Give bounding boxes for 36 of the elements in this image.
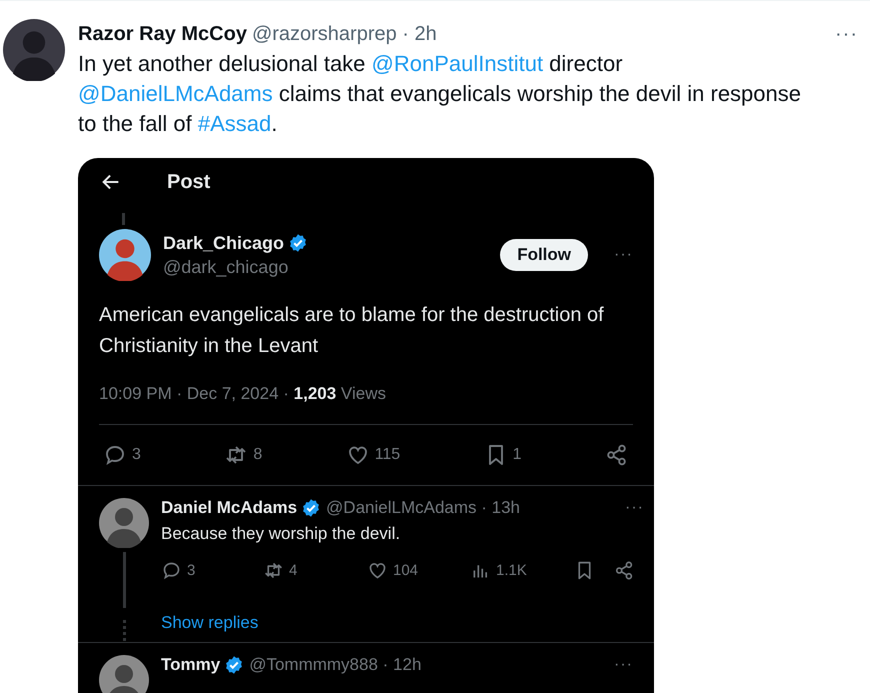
more-button[interactable]: ··· <box>614 246 633 264</box>
action-count: 4 <box>289 562 298 579</box>
share-icon[interactable] <box>614 560 635 581</box>
user-handle: @Tommmmy888 · 12h <box>249 655 422 675</box>
avatar[interactable] <box>99 498 149 548</box>
page-title: Post <box>167 170 210 194</box>
user-handle[interactable]: @dark_chicago <box>163 256 488 278</box>
author-handle: @razorsharprep · 2h <box>252 22 437 46</box>
repost-icon[interactable] <box>263 560 284 581</box>
avatar[interactable] <box>99 229 151 281</box>
user-name[interactable]: Daniel McAdams <box>161 498 298 518</box>
action-count: 1.1K <box>496 562 527 579</box>
action-count: 104 <box>393 562 418 579</box>
reply-text: Because they worship the devil. <box>161 524 402 544</box>
action-count: 115 <box>374 446 400 464</box>
avatar[interactable] <box>99 655 149 693</box>
action-count: 3 <box>187 562 196 579</box>
show-replies-link[interactable]: Show replies <box>161 613 258 633</box>
tweet-meta: 10:09 PM · Dec 7, 2024 · 1,203 Views <box>99 384 387 404</box>
reply-icon[interactable] <box>161 560 182 581</box>
more-button[interactable]: ··· <box>614 656 633 674</box>
avatar[interactable] <box>3 19 65 81</box>
user-name[interactable]: Dark_Chicago <box>163 232 284 254</box>
reply-icon[interactable] <box>103 443 127 467</box>
author-name[interactable]: Razor Ray McCoy <box>78 22 247 46</box>
action-count: 8 <box>253 446 262 464</box>
user-name[interactable]: Tommy <box>161 655 220 675</box>
like-icon[interactable] <box>367 560 388 581</box>
action-count: 3 <box>132 446 141 464</box>
tweet-text: American evangelicals are to blame for the destruction of Christianity in the Levant <box>99 303 605 359</box>
user-handle: @DanielLMcAdams · 13h <box>326 498 520 518</box>
more-button[interactable]: ··· <box>625 499 644 517</box>
action-count: 1 <box>512 446 522 464</box>
post-text: In yet another delusional take @RonPaulInstitut director @DanielLMcAdams claims that evangelicals worship the devil in response to the fall of #Assad. <box>78 50 802 138</box>
more-button[interactable]: ··· <box>835 22 858 46</box>
follow-button[interactable]: Follow <box>500 239 588 271</box>
